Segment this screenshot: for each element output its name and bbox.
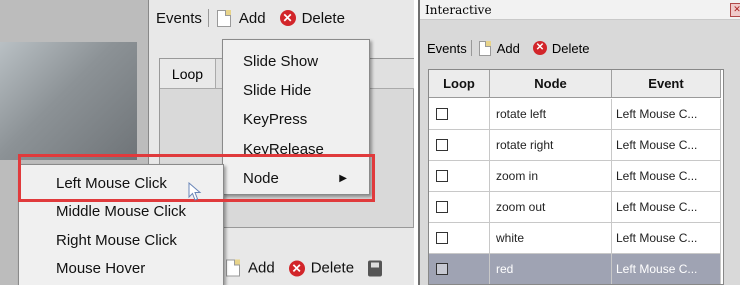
node-cell[interactable]: rotate left [490, 99, 612, 129]
loop-checkbox[interactable] [436, 139, 448, 151]
close-icon[interactable]: ✕ [730, 3, 740, 17]
menu-item-keyrelease[interactable]: KeyRelease [223, 136, 369, 162]
window-titlebar: Interactive ✕ [420, 0, 740, 20]
loop-checkbox[interactable] [436, 170, 448, 182]
loop-checkbox[interactable] [436, 263, 448, 275]
submenu-item-right-mouse-click[interactable]: Right Mouse Click [19, 227, 223, 253]
preview-image [0, 42, 137, 160]
toolbar-separator [207, 9, 209, 27]
add-button[interactable]: Add [497, 41, 520, 56]
column-header-event[interactable]: Event [612, 70, 721, 97]
loop-cell[interactable] [429, 130, 490, 160]
submenu-item-label: Left Mouse Click [56, 174, 167, 192]
loop-checkbox[interactable] [436, 232, 448, 244]
loop-cell[interactable] [429, 254, 490, 284]
submenu-arrow-icon: ▶ [339, 172, 347, 184]
loop-column-header[interactable]: Loop [160, 59, 216, 89]
new-document-icon[interactable] [226, 259, 240, 277]
column-header-loop[interactable]: Loop [429, 70, 490, 97]
save-icon[interactable] [368, 260, 383, 276]
menu-item-label: KeyRelease [243, 140, 324, 158]
delete-icon[interactable]: ✕ [532, 41, 547, 55]
events-toolbar-bottom: Add ✕ Delete [226, 259, 383, 277]
delete-button[interactable]: Delete [311, 260, 354, 277]
loop-checkbox[interactable] [436, 201, 448, 213]
menu-item-slide-hide[interactable]: Slide Hide [223, 77, 369, 103]
node-cell[interactable]: zoom out [490, 192, 612, 222]
node-cell[interactable]: red [490, 254, 612, 284]
event-cell[interactable]: Left Mouse C... [612, 161, 721, 191]
loop-cell[interactable] [429, 161, 490, 191]
event-cell[interactable]: Left Mouse C... [612, 130, 721, 160]
mouse-cursor-icon [188, 182, 202, 201]
submenu-item-mouse-hover[interactable]: Mouse Hover [19, 255, 223, 281]
menu-item-node[interactable]: Node ▶ [223, 165, 369, 191]
interactive-window: Interactive ✕ Events Add ✕ Delete Loop N… [418, 0, 740, 285]
table-row[interactable]: zoom in Left Mouse C... [429, 161, 721, 192]
menu-item-slide-show[interactable]: Slide Show [223, 48, 369, 74]
event-cell[interactable]: Left Mouse C... [612, 99, 721, 129]
left-panel: Events Add ✕ Delete Loop Add ✕ Delete Sl… [0, 0, 414, 285]
loop-checkbox[interactable] [436, 108, 448, 120]
new-document-icon[interactable] [216, 9, 231, 27]
node-cell[interactable]: zoom in [490, 161, 612, 191]
add-button[interactable]: Add [239, 10, 266, 27]
window-title: Interactive [425, 2, 492, 17]
delete-button[interactable]: Delete [552, 41, 590, 56]
delete-button[interactable]: Delete [302, 10, 345, 27]
submenu-item-label: Mouse Hover [56, 259, 146, 277]
delete-icon[interactable]: ✕ [279, 10, 296, 26]
event-cell[interactable]: Left Mouse C... [612, 223, 721, 253]
menu-item-keypress[interactable]: KeyPress [223, 106, 369, 132]
submenu-item-label: Right Mouse Click [56, 231, 177, 249]
table-row[interactable]: rotate left Left Mouse C... [429, 99, 721, 130]
table-row[interactable]: zoom out Left Mouse C... [429, 192, 721, 223]
events-label: Events [427, 40, 467, 56]
menu-item-label: KeyPress [243, 110, 308, 128]
column-header-node[interactable]: Node [490, 70, 612, 97]
menu-item-label: Slide Show [243, 52, 319, 70]
loop-cell[interactable] [429, 99, 490, 129]
table-row[interactable]: rotate right Left Mouse C... [429, 130, 721, 161]
new-document-icon[interactable] [478, 40, 491, 56]
table-row[interactable]: red Left Mouse C... [429, 254, 721, 284]
events-toolbar-top: Events Add ✕ Delete [156, 9, 345, 27]
events-toolbar: Events Add ✕ Delete [427, 40, 589, 56]
node-cell[interactable]: rotate right [490, 130, 612, 160]
event-cell[interactable]: Left Mouse C... [612, 254, 721, 284]
table-header: Loop Node Event [429, 70, 721, 98]
events-label: Events [156, 9, 202, 27]
node-cell[interactable]: white [490, 223, 612, 253]
loop-cell[interactable] [429, 192, 490, 222]
menu-item-label: Node [243, 169, 279, 187]
event-cell[interactable]: Left Mouse C... [612, 192, 721, 222]
menu-item-label: Slide Hide [243, 81, 312, 99]
loop-cell[interactable] [429, 223, 490, 253]
events-table: Loop Node Event rotate left Left Mouse C.… [428, 69, 724, 285]
table-row[interactable]: white Left Mouse C... [429, 223, 721, 254]
toolbar-separator [470, 40, 472, 56]
add-event-menu: Slide Show Slide Hide KeyPress KeyReleas… [222, 39, 370, 195]
add-button[interactable]: Add [248, 260, 275, 277]
delete-icon[interactable]: ✕ [288, 260, 305, 276]
submenu-item-label: Middle Mouse Click [56, 202, 187, 220]
